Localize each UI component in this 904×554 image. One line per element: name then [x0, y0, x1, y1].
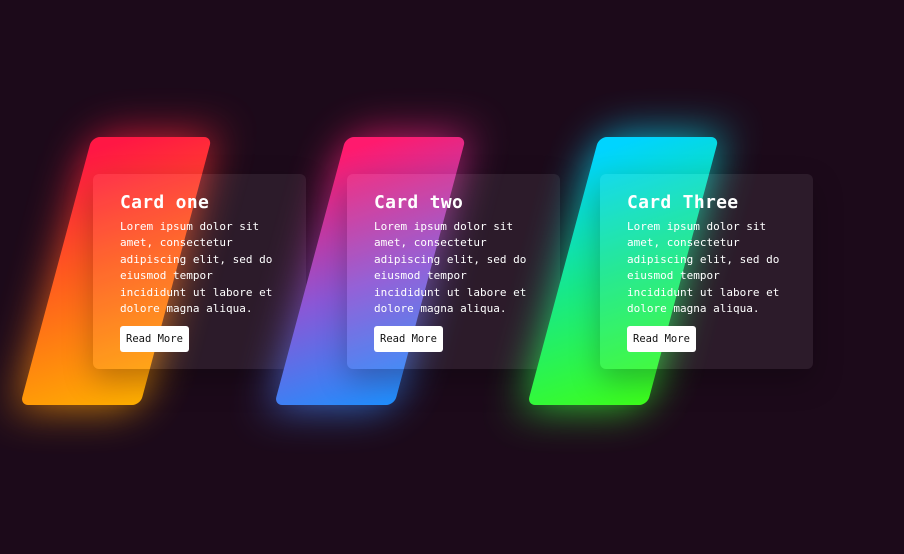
card-content: Card one Lorem ipsum dolor sit amet, con…	[120, 192, 285, 353]
card-three: Card Three Lorem ipsum dolor sit amet, c…	[527, 137, 813, 407]
card-two: Card two Lorem ipsum dolor sit amet, con…	[274, 137, 560, 407]
card-description: Lorem ipsum dolor sit amet, consectetur …	[627, 220, 780, 316]
card-content: Card two Lorem ipsum dolor sit amet, con…	[374, 192, 539, 353]
card-glass-panel: Card Three Lorem ipsum dolor sit amet, c…	[600, 174, 813, 369]
card-content: Card Three Lorem ipsum dolor sit amet, c…	[627, 192, 792, 353]
card-title: Card two	[374, 192, 464, 213]
read-more-button[interactable]: Read More	[374, 326, 443, 353]
card-title: Card one	[120, 192, 210, 213]
card-description: Lorem ipsum dolor sit amet, consectetur …	[374, 220, 527, 316]
read-more-button[interactable]: Read More	[627, 326, 696, 353]
card-glass-panel: Card one Lorem ipsum dolor sit amet, con…	[93, 174, 306, 369]
card-gallery: Card one Lorem ipsum dolor sit amet, con…	[0, 0, 904, 554]
card-glass-panel: Card two Lorem ipsum dolor sit amet, con…	[347, 174, 560, 369]
card-title: Card Three	[627, 192, 739, 213]
card-one: Card one Lorem ipsum dolor sit amet, con…	[20, 137, 306, 407]
read-more-button[interactable]: Read More	[120, 326, 189, 353]
card-description: Lorem ipsum dolor sit amet, consectetur …	[120, 220, 273, 316]
